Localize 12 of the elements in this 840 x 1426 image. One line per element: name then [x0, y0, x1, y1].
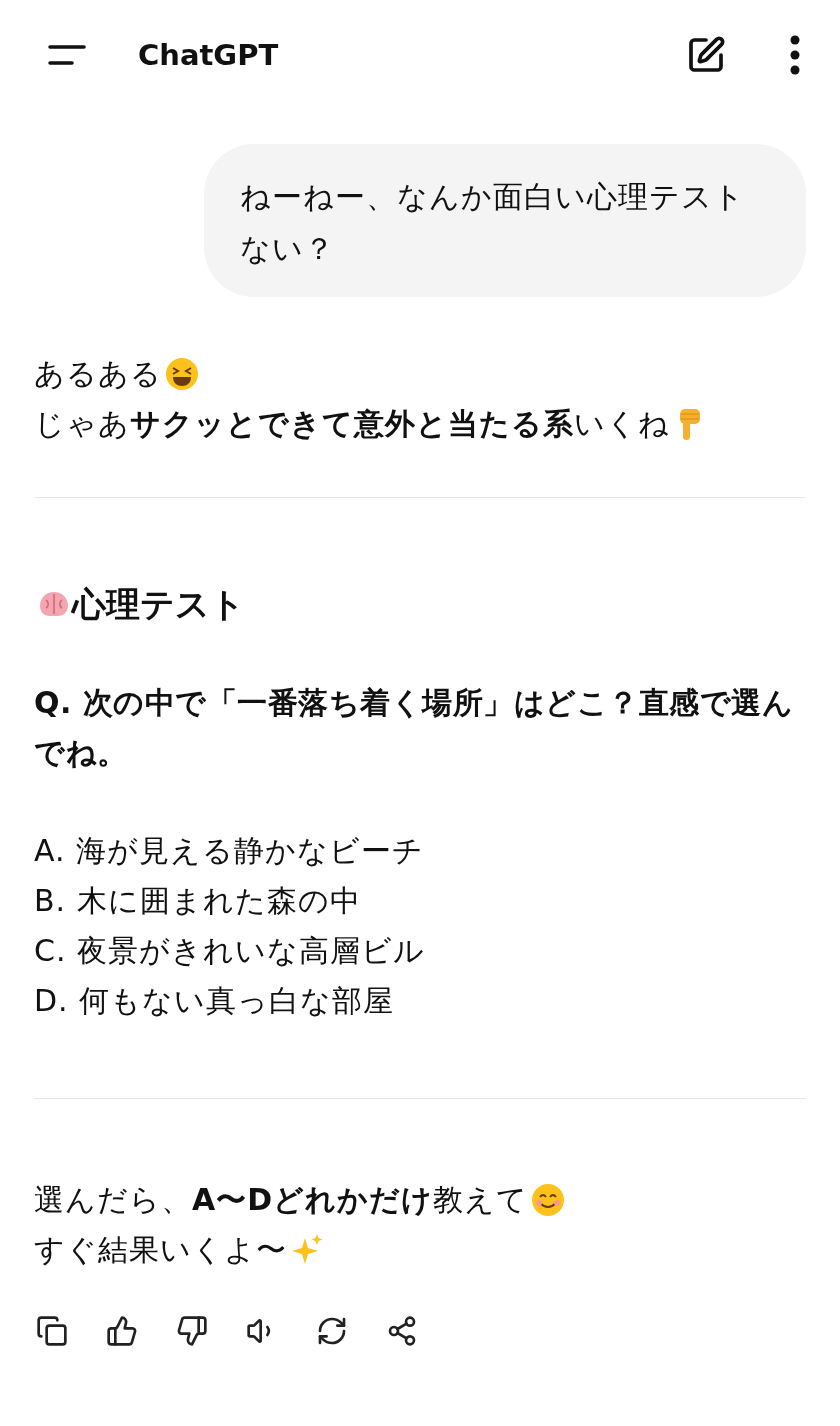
- option-text: A. 海が見える静かなビーチ: [34, 832, 425, 870]
- app-title: ChatGPT: [138, 38, 280, 72]
- message-text: すぐ結果いくよ〜: [34, 1231, 287, 1269]
- option-text: C. 夜景がきれいな高層ビル: [34, 932, 426, 970]
- message-text: じゃあサクッとできて意外と当たる系いくね: [34, 405, 670, 443]
- user-message-bubble: ねーねー、なんか面白い心理テストない？: [204, 144, 806, 297]
- message-text: 選んだら、A〜Dどれかだけ教えて: [34, 1181, 529, 1219]
- message-text: あるある: [34, 355, 162, 393]
- question-text: Q. 次の中で「一番落ち着く場所」はどこ？直感で選んでね。: [34, 684, 795, 772]
- option-text: D. 何もない真っ白な部屋: [34, 982, 395, 1020]
- section-heading: 心理テスト: [72, 583, 245, 626]
- option-text: B. 木に囲まれた森の中: [34, 882, 361, 920]
